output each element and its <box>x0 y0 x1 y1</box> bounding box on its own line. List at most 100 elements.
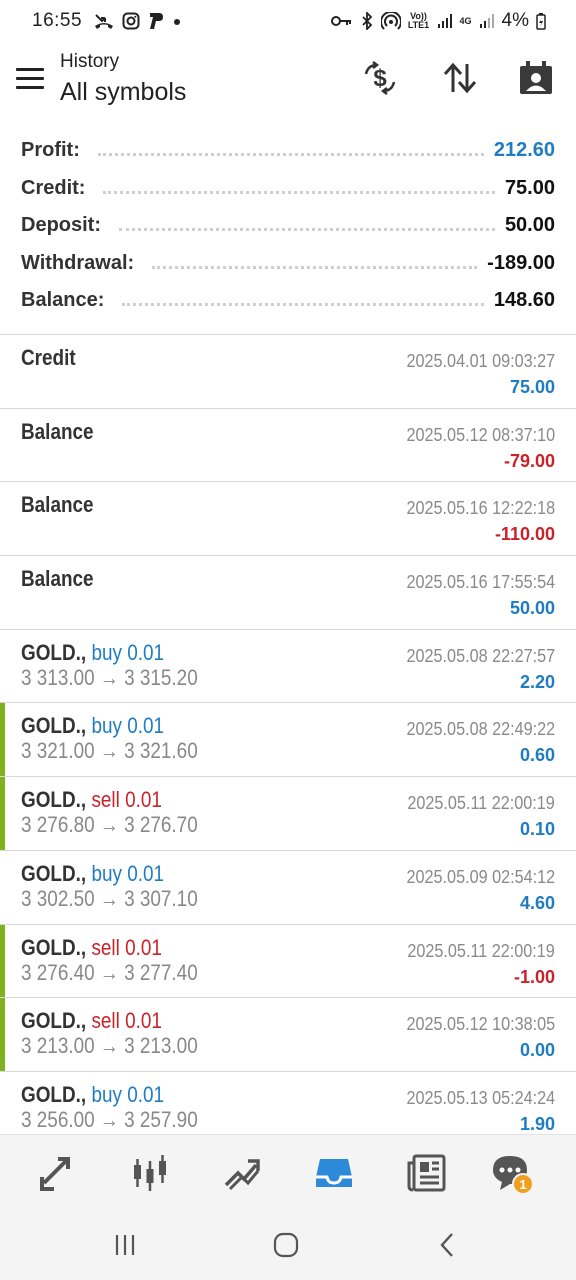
summary-row-deposit: Deposit: 50.00 <box>0 207 576 245</box>
news-icon <box>407 1154 446 1192</box>
history-row-title: Balance <box>21 419 94 445</box>
history-amount: -110.00 <box>494 524 555 545</box>
history-datetime: 2025.05.11 22:00:19 <box>407 940 555 961</box>
nav-chat[interactable]: 1 <box>486 1149 534 1197</box>
history-datetime: 2025.05.13 05:24:24 <box>406 1087 555 1108</box>
p-app-icon <box>150 13 164 29</box>
history-row-title: GOLD., buy 0.01 <box>21 861 164 887</box>
dot-leader <box>122 303 484 307</box>
sort-arrows-icon <box>443 62 477 94</box>
home-icon <box>273 1232 299 1258</box>
history-row-title: Balance <box>21 492 94 518</box>
history-amount: 75.00 <box>509 377 555 397</box>
summary-label: Withdrawal: <box>21 251 143 275</box>
history-row[interactable]: Credit 2025.04.01 09:03:27 75.00 <box>0 335 576 409</box>
history-row-title: GOLD., sell 0.01 <box>21 787 162 813</box>
history-datetime: 2025.05.16 12:22:18 <box>406 498 555 519</box>
nav-quotes[interactable] <box>34 1149 82 1197</box>
history-datetime: 2025.05.09 02:54:12 <box>406 866 555 887</box>
nav-chart[interactable] <box>126 1149 174 1197</box>
history-row[interactable]: GOLD., sell 0.01 3 213.00 → 3 213.00 2025.… <box>0 998 576 1072</box>
history-row-title: GOLD., sell 0.01 <box>21 1008 162 1034</box>
history-prices: 3 276.40 → 3 277.40 <box>21 959 198 985</box>
history-symbol: GOLD., <box>21 639 87 665</box>
history-datetime: 2025.05.11 22:00:19 <box>407 793 555 814</box>
nav-history[interactable] <box>310 1149 358 1197</box>
history-symbol: GOLD., <box>21 860 87 886</box>
history-side: sell 0.01 <box>91 1008 162 1034</box>
history-row[interactable]: GOLD., sell 0.01 3 276.80 → 3 276.70 2025.… <box>0 777 576 851</box>
network-label: 4G <box>459 15 472 26</box>
history-amount: 0.00 <box>519 1040 555 1061</box>
candlestick-chart-icon <box>134 1155 166 1191</box>
dollar-exchange-icon: $ <box>364 61 396 95</box>
history-side: buy 0.01 <box>91 639 165 665</box>
history-row[interactable]: Balance 2025.05.16 12:22:18 -110.00 <box>0 482 576 557</box>
history-row[interactable]: GOLD., sell 0.01 3 276.40 → 3 277.40 2025.… <box>0 924 576 999</box>
battery-charging-icon <box>536 13 546 30</box>
summary-label: Profit: <box>21 139 88 163</box>
home-button[interactable] <box>266 1230 306 1260</box>
history-prices: 3 213.00 → 3 213.00 <box>21 1033 198 1059</box>
system-nav-bar <box>0 1210 576 1280</box>
lte-label: Vo)) LTE1 <box>407 11 430 30</box>
summary-value: 212.60 <box>493 139 555 162</box>
summary-row-profit: Profit: 212.60 <box>0 132 576 170</box>
summary-value: -189.00 <box>487 251 555 274</box>
signal-icon <box>437 14 452 28</box>
menu-icon[interactable] <box>16 68 44 90</box>
chat-badge: 1 <box>512 1173 534 1195</box>
history-symbol: GOLD., <box>21 934 87 960</box>
history-amount: 0.10 <box>519 819 555 840</box>
back-button[interactable] <box>428 1230 468 1260</box>
signal-icon-2 <box>479 14 494 28</box>
bottom-nav: 1 <box>0 1134 576 1210</box>
history-symbol: Balance <box>21 566 94 592</box>
period-button[interactable] <box>516 58 556 98</box>
currency-filter-button[interactable]: $ <box>360 58 400 98</box>
summary-row-withdrawal: Withdrawal: -189.00 <box>0 245 576 283</box>
dot-leader <box>103 190 495 194</box>
history-row[interactable]: Balance 2025.05.16 17:55:54 50.00 <box>0 556 576 630</box>
history-symbol: Balance <box>21 492 94 518</box>
sort-button[interactable] <box>440 58 480 98</box>
history-prices: 3 256.00 → 3 257.90 <box>21 1106 198 1132</box>
history-datetime: 2025.05.12 10:38:05 <box>406 1014 555 1035</box>
history-datetime: 2025.05.16 17:55:54 <box>406 572 555 593</box>
history-datetime: 2025.05.08 22:49:22 <box>406 719 555 740</box>
history-amount: -79.00 <box>503 450 555 471</box>
history-side: buy 0.01 <box>91 713 165 739</box>
history-symbol: GOLD., <box>21 787 87 813</box>
history-row-title: Balance <box>21 566 94 592</box>
history-amount: 4.60 <box>519 892 555 913</box>
history-side: sell 0.01 <box>91 787 162 813</box>
history-row-title: GOLD., buy 0.01 <box>21 640 164 666</box>
history-icon <box>316 1159 352 1187</box>
summary-value: 75.00 <box>504 176 555 199</box>
history-side: buy 0.01 <box>91 1081 165 1107</box>
dot-leader <box>119 228 495 232</box>
history-datetime: 2025.05.08 22:27:57 <box>406 645 555 666</box>
history-row[interactable]: GOLD., buy 0.01 3 313.00 → 3 315.20 2025.0… <box>0 630 576 704</box>
history-row-title: GOLD., sell 0.01 <box>21 935 162 961</box>
instagram-icon <box>122 12 140 30</box>
summary-value: 50.00 <box>504 214 555 237</box>
history-row[interactable]: GOLD., buy 0.01 3 302.50 → 3 307.10 2025.0… <box>0 851 576 925</box>
nav-news[interactable] <box>402 1149 450 1197</box>
history-row[interactable]: GOLD., buy 0.01 3 321.00 → 3 321.60 2025.0… <box>0 703 576 778</box>
history-prices: 3 313.00 → 3 315.20 <box>21 664 198 690</box>
history-side: buy 0.01 <box>91 860 165 886</box>
history-amount: 1.90 <box>519 1113 555 1134</box>
recents-button[interactable] <box>105 1230 145 1260</box>
history-row[interactable]: Balance 2025.05.12 08:37:10 -79.00 <box>0 409 576 483</box>
recents-icon <box>115 1235 135 1255</box>
app-bar: History All symbols $ <box>0 42 576 118</box>
history-symbol: GOLD., <box>21 713 87 739</box>
key-icon <box>330 16 351 26</box>
summary-label: Deposit: <box>21 214 109 238</box>
history-datetime: 2025.05.12 08:37:10 <box>406 424 555 445</box>
history-datetime: 2025.04.01 09:03:27 <box>406 351 555 371</box>
history-amount: -1.00 <box>513 966 555 987</box>
history-row-title: GOLD., buy 0.01 <box>21 713 164 739</box>
nav-trade[interactable] <box>218 1149 266 1197</box>
